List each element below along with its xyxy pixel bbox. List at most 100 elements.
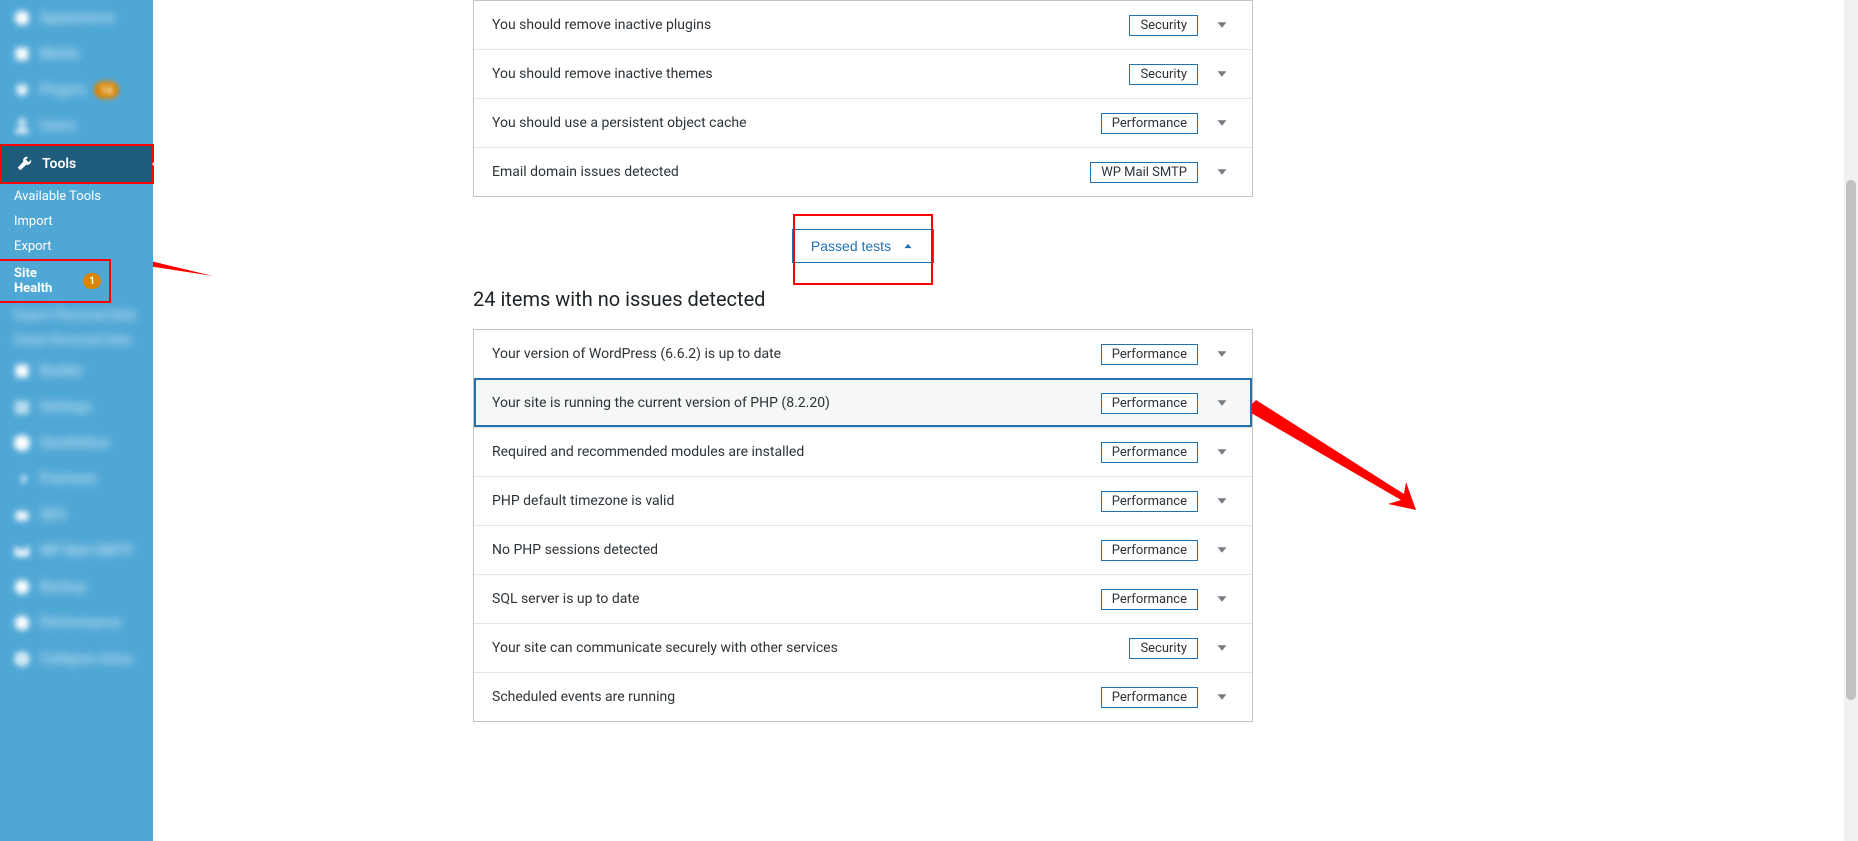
submenu-label: Export Personal Data: [14, 308, 136, 323]
sidebar-item-backup[interactable]: Backup: [0, 569, 153, 605]
sidebar-item-label: WP Mail SMTP: [40, 543, 132, 559]
sidebar-item-builder[interactable]: Builder: [0, 353, 153, 389]
health-check-badge: Performance: [1101, 344, 1198, 365]
health-check-title: No PHP sessions detected: [492, 542, 1089, 558]
health-check-row[interactable]: SQL server is up to date Performance: [474, 574, 1252, 623]
recommended-panel: You should remove inactive plugins Secur…: [473, 0, 1253, 197]
passed-tests-label: Passed tests: [811, 238, 891, 254]
site-health-count-badge: 1: [83, 273, 101, 289]
sidebar-item-label: Builder: [40, 363, 83, 379]
sidebar-item-users[interactable]: Users: [0, 108, 153, 144]
chevron-down-icon: [1210, 538, 1234, 562]
chevron-down-icon: [1210, 13, 1234, 37]
submenu-label: Export: [14, 239, 52, 254]
submenu-item-export-personal-data[interactable]: Export Personal Data: [0, 303, 153, 328]
scrollbar-thumb[interactable]: [1846, 180, 1856, 700]
health-check-badge: Performance: [1101, 687, 1198, 708]
health-check-badge: Security: [1129, 638, 1198, 659]
chevron-down-icon: [1210, 489, 1234, 513]
builder-icon: [12, 361, 32, 381]
health-check-title: You should remove inactive plugins: [492, 17, 1117, 33]
health-check-badge: Performance: [1101, 589, 1198, 610]
share-icon: [12, 469, 32, 489]
submenu-item-export[interactable]: Export: [0, 234, 153, 259]
health-check-title: Your site can communicate securely with …: [492, 640, 1117, 656]
admin-sidebar: Appearance Media Plugins 14 Users Tools …: [0, 0, 153, 841]
health-check-row[interactable]: You should remove inactive plugins Secur…: [474, 1, 1252, 49]
health-check-title: Email domain issues detected: [492, 164, 1078, 180]
sidebar-item-label: Users: [40, 118, 76, 134]
submenu-label: Site Health: [14, 266, 77, 296]
health-check-title: Scheduled events are running: [492, 689, 1089, 705]
sidebar-item-wp-mail-smtp[interactable]: WP Mail SMTP: [0, 533, 153, 569]
health-check-title: Required and recommended modules are ins…: [492, 444, 1089, 460]
health-check-row[interactable]: Required and recommended modules are ins…: [474, 427, 1252, 476]
sidebar-item-label: Premium: [40, 471, 97, 487]
health-check-row[interactable]: Scheduled events are running Performance: [474, 672, 1252, 721]
annotation-arrow-site-health: [153, 246, 213, 286]
submenu-item-import[interactable]: Import: [0, 209, 153, 234]
health-check-row[interactable]: Your version of WordPress (6.6.2) is up …: [474, 330, 1252, 378]
submenu-label: Erase Personal Data: [14, 333, 131, 348]
settings-icon: [12, 397, 32, 417]
sidebar-item-media[interactable]: Media: [0, 36, 153, 72]
health-check-badge: Security: [1129, 64, 1198, 85]
mail-icon: [12, 541, 32, 561]
sidebar-item-label: Sendinblue: [40, 435, 109, 451]
media-icon: [12, 44, 32, 64]
health-check-row[interactable]: Email domain issues detected WP Mail SMT…: [474, 147, 1252, 196]
health-check-badge: Performance: [1101, 540, 1198, 561]
backup-icon: [12, 577, 32, 597]
sidebar-item-label: Tools: [42, 156, 76, 172]
chevron-down-icon: [1210, 636, 1234, 660]
sidebar-item-tools[interactable]: Tools: [0, 144, 154, 184]
sidebar-item-label: SEO: [40, 507, 66, 523]
gauge-icon: [12, 613, 32, 633]
vertical-scrollbar[interactable]: [1844, 0, 1858, 841]
health-check-row[interactable]: PHP default timezone is valid Performanc…: [474, 476, 1252, 525]
health-check-row-php-version[interactable]: Your site is running the current version…: [474, 378, 1252, 427]
sidebar-item-label: Settings: [40, 399, 91, 415]
plugin-icon: [12, 80, 32, 100]
chevron-down-icon: [1210, 62, 1234, 86]
sidebar-item-appearance[interactable]: Appearance: [0, 0, 153, 36]
submenu-label: Import: [14, 214, 53, 229]
chevron-up-icon: [901, 239, 915, 253]
passed-tests-toggle[interactable]: Passed tests: [792, 229, 934, 263]
sidebar-item-plugins[interactable]: Plugins 14: [0, 72, 153, 108]
health-check-row[interactable]: Your site can communicate securely with …: [474, 623, 1252, 672]
sidebar-item-label: Collapse menu: [40, 651, 133, 667]
chevron-down-icon: [1210, 391, 1234, 415]
passed-tests-heading: 24 items with no issues detected: [473, 287, 1253, 311]
submenu-item-site-health[interactable]: Site Health 1: [0, 259, 111, 303]
sidebar-item-seo[interactable]: SEO: [0, 497, 153, 533]
sidebar-item-collapse[interactable]: Collapse menu: [0, 641, 153, 677]
submenu-item-available-tools[interactable]: Available Tools: [0, 184, 153, 209]
chevron-down-icon: [1210, 342, 1234, 366]
sidebar-item-settings[interactable]: Settings: [0, 389, 153, 425]
health-check-badge: WP Mail SMTP: [1090, 162, 1198, 183]
health-check-title: SQL server is up to date: [492, 591, 1089, 607]
health-check-row[interactable]: No PHP sessions detected Performance: [474, 525, 1252, 574]
health-check-row[interactable]: You should use a persistent object cache…: [474, 98, 1252, 147]
sidebar-item-sendinblue[interactable]: Sendinblue: [0, 425, 153, 461]
sidebar-item-performance[interactable]: Performance: [0, 605, 153, 641]
collapse-icon: [12, 649, 32, 669]
health-check-row[interactable]: You should remove inactive themes Securi…: [474, 49, 1252, 98]
health-check-badge: Security: [1129, 15, 1198, 36]
sidebar-item-label: Media: [40, 46, 79, 62]
health-check-title: You should remove inactive themes: [492, 66, 1117, 82]
main-content: You should remove inactive plugins Secur…: [153, 0, 1858, 841]
wrench-icon: [14, 154, 34, 174]
paintbrush-icon: [12, 8, 32, 28]
seo-icon: [12, 505, 32, 525]
submenu-item-erase-personal-data[interactable]: Erase Personal Data: [0, 328, 153, 353]
health-check-title: Your version of WordPress (6.6.2) is up …: [492, 346, 1089, 362]
health-check-badge: Performance: [1101, 393, 1198, 414]
health-check-title: You should use a persistent object cache: [492, 115, 1089, 131]
sidebar-item-premium[interactable]: Premium: [0, 461, 153, 497]
passed-panel: Your version of WordPress (6.6.2) is up …: [473, 329, 1253, 722]
plugins-count-badge: 14: [94, 81, 118, 99]
chevron-down-icon: [1210, 587, 1234, 611]
whatsapp-icon: [12, 433, 32, 453]
